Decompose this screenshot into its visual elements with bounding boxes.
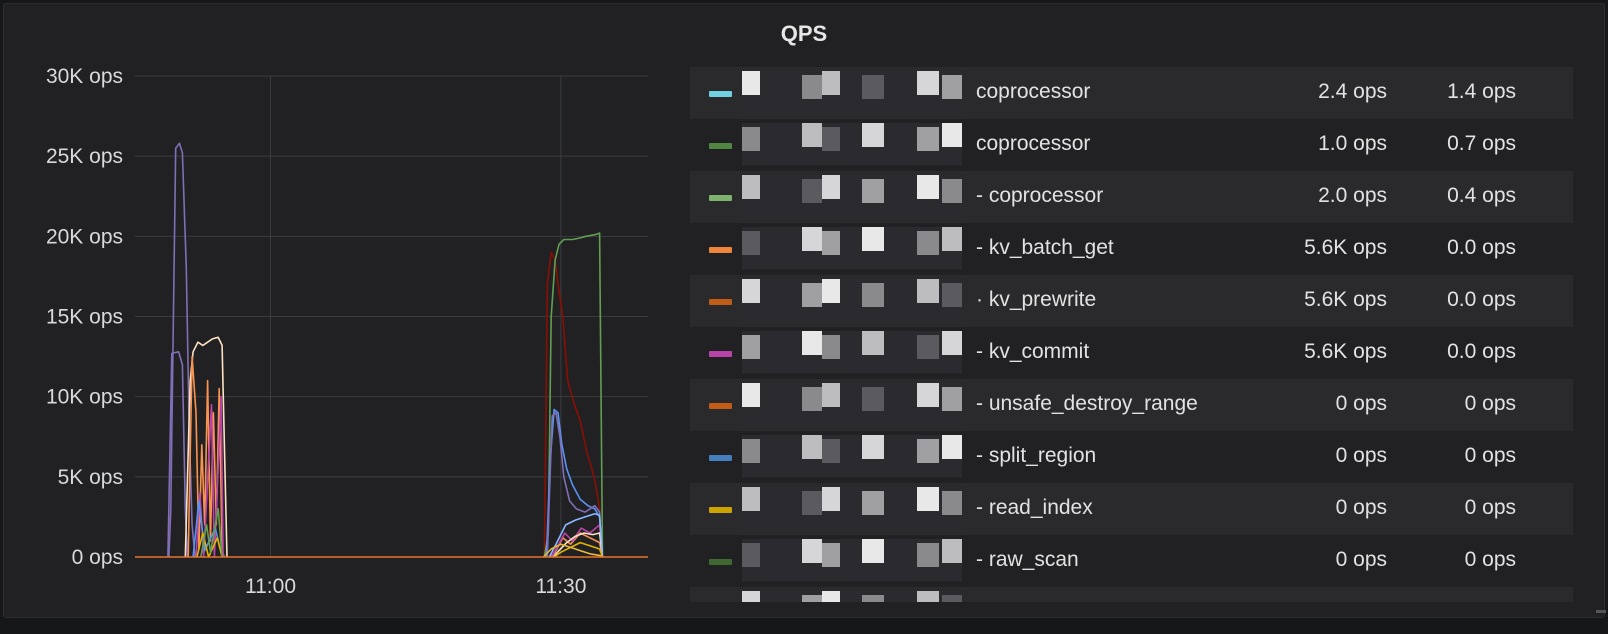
- legend-max-value: 0.0 ops: [1447, 236, 1516, 259]
- legend-color-swatch[interactable]: [709, 351, 732, 357]
- legend-current-value: 2.0 ops: [1318, 184, 1387, 207]
- redacted-label-blur: [742, 435, 962, 477]
- series-line-0: [168, 142, 196, 558]
- legend-row[interactable]: coprocessor 2.4 ops 1.4 ops: [690, 67, 1573, 119]
- legend-row[interactable]: raw_put 0 ops 0 ops: [690, 587, 1573, 602]
- legend-series-name[interactable]: - split_region: [976, 444, 1096, 468]
- legend-series-name[interactable]: coprocessor: [976, 132, 1090, 156]
- legend-max-value: 0 ops: [1464, 392, 1516, 415]
- legend-color-swatch[interactable]: [709, 247, 732, 253]
- legend-color-swatch[interactable]: [709, 403, 732, 409]
- legend-row[interactable]: - split_region 0 ops 0 ops: [690, 431, 1573, 483]
- legend-series-name[interactable]: - kv_commit: [976, 340, 1089, 364]
- redacted-label-blur: [742, 71, 962, 113]
- x-tick-label: 11:30: [535, 575, 586, 598]
- legend-series-name[interactable]: · kv_prewrite: [976, 288, 1096, 312]
- legend-series-name[interactable]: - kv_batch_get: [976, 236, 1114, 260]
- legend-current-value: 1.0 ops: [1318, 132, 1387, 155]
- legend-series-name[interactable]: - coprocessor: [976, 184, 1103, 208]
- y-tick-label: 0 ops: [72, 546, 123, 569]
- legend-row[interactable]: - coprocessor 2.0 ops 0.4 ops: [690, 171, 1573, 223]
- redacted-label-blur: [742, 487, 962, 529]
- legend-max-value: 0 ops: [1464, 496, 1516, 519]
- y-tick-label: 15K ops: [46, 306, 123, 329]
- legend-current-value: 5.6K ops: [1304, 288, 1387, 311]
- legend-max-value: 0 ops: [1464, 444, 1516, 467]
- legend-color-swatch[interactable]: [709, 455, 732, 461]
- legend-row[interactable]: - kv_commit 5.6K ops 0.0 ops: [690, 327, 1573, 379]
- legend-current-value: 5.6K ops: [1304, 236, 1387, 259]
- legend-row[interactable]: - kv_batch_get 5.6K ops 0.0 ops: [690, 223, 1573, 275]
- legend-row[interactable]: - raw_scan 0 ops 0 ops: [690, 535, 1573, 587]
- legend-max-value: 0.0 ops: [1447, 288, 1516, 311]
- y-tick-label: 10K ops: [46, 386, 123, 409]
- legend-max-value: 0.4 ops: [1447, 184, 1516, 207]
- redacted-label-blur: [742, 123, 962, 165]
- legend-series-name[interactable]: - unsafe_destroy_range: [976, 392, 1198, 416]
- legend-row[interactable]: - unsafe_destroy_range 0 ops 0 ops: [690, 379, 1573, 431]
- y-tick-label: 20K ops: [46, 225, 123, 248]
- redacted-label-blur: [742, 227, 962, 269]
- qps-line-chart: 0 ops 5K ops 10K ops 15K ops 20K ops 25K ops 3…: [46, 65, 648, 598]
- legend-max-value: 0 ops: [1464, 548, 1516, 571]
- legend-table: coprocessor 2.4 ops 1.4 ops coprocessor 1.0 …: [690, 67, 1573, 602]
- legend-max-value: 1.4 ops: [1447, 80, 1516, 103]
- y-tick-label: 25K ops: [46, 145, 123, 168]
- legend-color-swatch[interactable]: [709, 91, 732, 97]
- y-tick-label: 5K ops: [58, 466, 123, 489]
- legend-series-name[interactable]: raw_put: [976, 600, 1051, 602]
- legend-scrollbar[interactable]: [1596, 610, 1606, 613]
- legend-row[interactable]: coprocessor 1.0 ops 0.7 ops: [690, 119, 1573, 171]
- legend-current-value: 5.6K ops: [1304, 340, 1387, 363]
- legend-color-swatch[interactable]: [709, 299, 732, 305]
- redacted-label-blur: [742, 331, 962, 373]
- redacted-label-blur: [742, 591, 962, 602]
- legend-current-value: 0 ops: [1335, 496, 1387, 519]
- legend-current-value: 0 ops: [1335, 444, 1387, 467]
- legend-color-swatch[interactable]: [709, 559, 732, 565]
- legend-max-value: 0 ops: [1465, 600, 1516, 602]
- legend-max-value: 0.7 ops: [1447, 132, 1516, 155]
- legend-color-swatch[interactable]: [709, 507, 732, 513]
- legend-series-name[interactable]: - read_index: [976, 496, 1093, 520]
- legend-series-name[interactable]: - raw_scan: [976, 548, 1079, 572]
- redacted-label-blur: [742, 279, 962, 321]
- legend-color-swatch[interactable]: [709, 143, 732, 149]
- redacted-label-blur: [742, 175, 962, 217]
- series-line-11: [546, 411, 603, 558]
- legend-row[interactable]: · kv_prewrite 5.6K ops 0.0 ops: [690, 275, 1573, 327]
- legend-current-value: 0 ops: [1335, 392, 1387, 415]
- legend-color-swatch[interactable]: [709, 195, 732, 201]
- legend-current-value: 0 ops: [1335, 548, 1387, 571]
- legend-current-value: 2.4 ops: [1318, 80, 1387, 103]
- redacted-label-blur: [742, 383, 962, 425]
- x-tick-label: 11:00: [245, 575, 296, 598]
- legend-current-value: 0 ops: [1336, 600, 1387, 602]
- legend-max-value: 0.0 ops: [1447, 340, 1516, 363]
- legend-row[interactable]: - read_index 0 ops 0 ops: [690, 483, 1573, 535]
- legend-series-name[interactable]: coprocessor: [976, 80, 1090, 104]
- redacted-label-blur: [742, 539, 962, 581]
- y-tick-label: 30K ops: [46, 65, 123, 88]
